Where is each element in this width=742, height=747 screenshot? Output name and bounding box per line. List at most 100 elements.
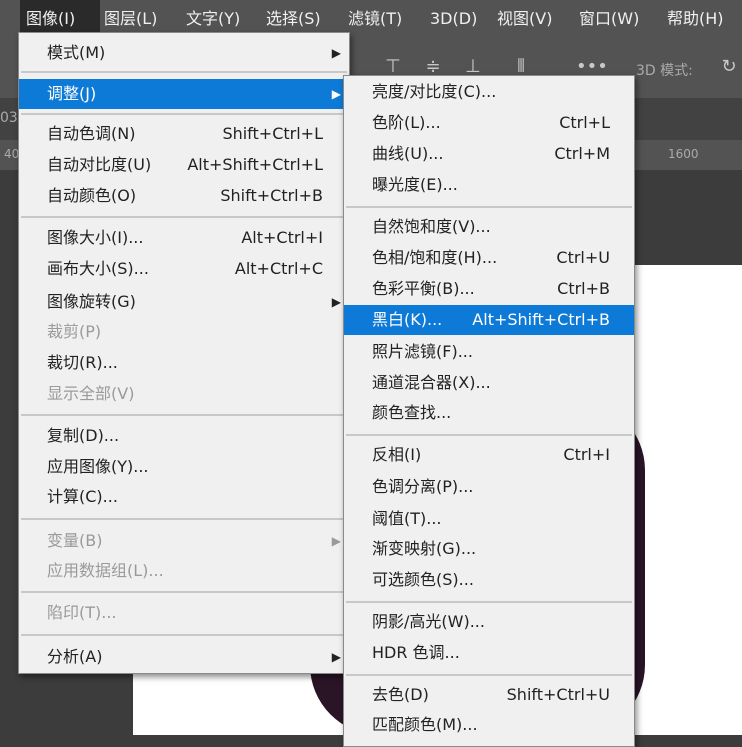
menu-item-hue-saturation[interactable]: 色相/饱和度(H)... Ctrl+U xyxy=(344,243,634,273)
menu-item-posterize[interactable]: 色调分离(P)... xyxy=(344,472,634,502)
menu-item-auto-tone[interactable]: 自动色调(N) Shift+Ctrl+L xyxy=(19,119,349,149)
menu-item-shortcut: Shift+Ctrl+L xyxy=(222,124,323,143)
menu-separator xyxy=(21,216,347,218)
menu-item-label: 自动颜色(O) xyxy=(47,186,137,205)
menu-item-label: 渐变映射(G)... xyxy=(372,539,477,558)
menu-item-threshold[interactable]: 阈值(T)... xyxy=(344,504,634,534)
menu-item-label: 图像旋转(G) xyxy=(47,292,136,311)
menu-item-label: 黑白(K)... xyxy=(372,310,443,329)
menu-item-mode[interactable]: 模式(M) ▶ xyxy=(19,38,349,68)
menu-item-label: 匹配颜色(M)... xyxy=(372,715,478,734)
menu-item-image-rotation[interactable]: 图像旋转(G) ▶ xyxy=(19,287,349,317)
3d-mode-label: 3D 模式: xyxy=(636,63,693,79)
menu-item-hdr-toning[interactable]: HDR 色调... xyxy=(344,638,634,668)
menu-separator xyxy=(346,206,632,208)
menu-item-desaturate[interactable]: 去色(D) Shift+Ctrl+U xyxy=(344,680,634,710)
menu-item-label: 复制(D)... xyxy=(47,426,120,445)
triangle-right-icon: ▶ xyxy=(331,534,341,548)
menu-item-shortcut: Ctrl+M xyxy=(554,144,610,163)
menu-item-trap: 陷印(T)... xyxy=(19,598,349,628)
menu-item-match-color[interactable]: 匹配颜色(M)... xyxy=(344,710,634,740)
menu-item-gradient-map[interactable]: 渐变映射(G)... xyxy=(344,534,634,564)
menu-item-trim[interactable]: 裁切(R)... xyxy=(19,348,349,378)
triangle-right-icon: ▶ xyxy=(331,87,341,101)
menu-separator xyxy=(21,518,347,520)
triangle-right-icon: ▶ xyxy=(331,46,341,60)
menu-item-apply-data-set: 应用数据组(L)... xyxy=(19,556,349,586)
menu-item-photo-filter[interactable]: 照片滤镜(F)... xyxy=(344,337,634,367)
menu-separator xyxy=(346,601,632,603)
menu-item-label: 分析(A) xyxy=(47,647,103,666)
menu-item-duplicate[interactable]: 复制(D)... xyxy=(19,421,349,451)
menu-item-invert[interactable]: 反相(I) Ctrl+I xyxy=(344,440,634,470)
menu-separator xyxy=(346,434,632,436)
menu-window[interactable]: 窗口(W) xyxy=(579,0,639,38)
rotate-3d-icon[interactable]: ↻ xyxy=(718,56,740,78)
menu-item-shortcut: Shift+Ctrl+U xyxy=(506,685,610,704)
menu-item-label: 可选颜色(S)... xyxy=(372,570,474,589)
menu-item-channel-mixer[interactable]: 通道混合器(X)... xyxy=(344,368,634,398)
menu-separator xyxy=(21,71,347,73)
menu-separator xyxy=(21,634,347,636)
menu-item-calculations[interactable]: 计算(C)... xyxy=(19,482,349,512)
menu-item-levels[interactable]: 色阶(L)... Ctrl+L xyxy=(344,108,634,138)
menu-item-shortcut: Alt+Shift+Ctrl+B xyxy=(472,310,610,329)
menu-help[interactable]: 帮助(H) xyxy=(667,0,724,38)
menu-item-label: 计算(C)... xyxy=(47,487,118,506)
menu-item-label: 阈值(T)... xyxy=(372,509,442,528)
menu-item-label: 亮度/对比度(C)... xyxy=(372,82,497,101)
menu-separator xyxy=(21,591,347,593)
menu-filter[interactable]: 滤镜(T) xyxy=(348,0,402,38)
menu-item-analysis[interactable]: 分析(A) ▶ xyxy=(19,642,349,672)
menu-item-label: 色相/饱和度(H)... xyxy=(372,248,498,267)
menu-separator xyxy=(346,674,632,676)
menu-item-label: 自动对比度(U) xyxy=(47,155,152,174)
menu-item-curves[interactable]: 曲线(U)... Ctrl+M xyxy=(344,139,634,169)
document-tab-fragment[interactable]: 03 xyxy=(0,110,18,126)
menu-item-label: 色彩平衡(B)... xyxy=(372,279,475,298)
menu-item-auto-contrast[interactable]: 自动对比度(U) Alt+Shift+Ctrl+L xyxy=(19,150,349,180)
menu-item-image-size[interactable]: 图像大小(I)... Alt+Ctrl+I xyxy=(19,223,349,253)
menu-item-color-balance[interactable]: 色彩平衡(B)... Ctrl+B xyxy=(344,274,634,304)
menu-item-label: 照片滤镜(F)... xyxy=(372,342,473,361)
menu-item-exposure[interactable]: 曝光度(E)... xyxy=(344,170,634,200)
menu-item-label: 自然饱和度(V)... xyxy=(372,217,491,236)
ruler-tick-right: 1600 xyxy=(668,147,699,161)
menu-item-label: HDR 色调... xyxy=(372,643,460,662)
menu-separator xyxy=(21,414,347,416)
image-menu-dropdown: 模式(M) ▶ 调整(J) ▶ 自动色调(N) Shift+Ctrl+L 自动对… xyxy=(18,32,350,674)
menu-item-label: 色阶(L)... xyxy=(372,113,441,132)
menu-item-canvas-size[interactable]: 画布大小(S)... Alt+Ctrl+C xyxy=(19,254,349,284)
menu-item-shortcut: Ctrl+L xyxy=(559,113,610,132)
menu-item-label: 画布大小(S)... xyxy=(47,259,149,278)
menu-item-shortcut: Alt+Shift+Ctrl+L xyxy=(187,155,323,174)
menu-item-shadows-highlights[interactable]: 阴影/高光(W)... xyxy=(344,607,634,637)
menu-item-label: 反相(I) xyxy=(372,445,422,464)
menu-item-adjustments[interactable]: 调整(J) ▶ xyxy=(19,79,349,109)
menu-view[interactable]: 视图(V) xyxy=(497,0,552,38)
menu-item-black-white[interactable]: 黑白(K)... Alt+Shift+Ctrl+B xyxy=(344,305,634,335)
menu-item-shortcut: Alt+Ctrl+I xyxy=(241,228,323,247)
menu-item-vibrance[interactable]: 自然饱和度(V)... xyxy=(344,212,634,242)
menu-item-label: 通道混合器(X)... xyxy=(372,373,491,392)
menu-item-shortcut: Shift+Ctrl+B xyxy=(220,186,323,205)
menu-item-label: 去色(D) xyxy=(372,685,429,704)
menu-item-label: 色调分离(P)... xyxy=(372,477,474,496)
menu-item-label: 阴影/高光(W)... xyxy=(372,612,485,631)
menu-3d[interactable]: 3D(D) xyxy=(430,0,477,38)
menu-item-color-lookup[interactable]: 颜色查找... xyxy=(344,398,634,428)
menu-item-label: 调整(J) xyxy=(47,84,97,103)
triangle-right-icon: ▶ xyxy=(331,650,341,664)
adjustments-submenu: 亮度/对比度(C)... 色阶(L)... Ctrl+L 曲线(U)... Ct… xyxy=(343,75,635,747)
triangle-right-icon: ▶ xyxy=(331,295,341,309)
menu-item-auto-color[interactable]: 自动颜色(O) Shift+Ctrl+B xyxy=(19,181,349,211)
menu-item-label: 陷印(T)... xyxy=(47,603,117,622)
menu-item-selective-color[interactable]: 可选颜色(S)... xyxy=(344,565,634,595)
menu-item-label: 自动色调(N) xyxy=(47,124,136,143)
menu-item-label: 裁剪(P) xyxy=(47,322,102,341)
menu-item-label: 模式(M) xyxy=(47,43,106,62)
menu-item-label: 裁切(R)... xyxy=(47,353,118,372)
menu-separator xyxy=(21,113,347,115)
menu-item-brightness-contrast[interactable]: 亮度/对比度(C)... xyxy=(344,77,634,107)
menu-item-apply-image[interactable]: 应用图像(Y)... xyxy=(19,452,349,482)
